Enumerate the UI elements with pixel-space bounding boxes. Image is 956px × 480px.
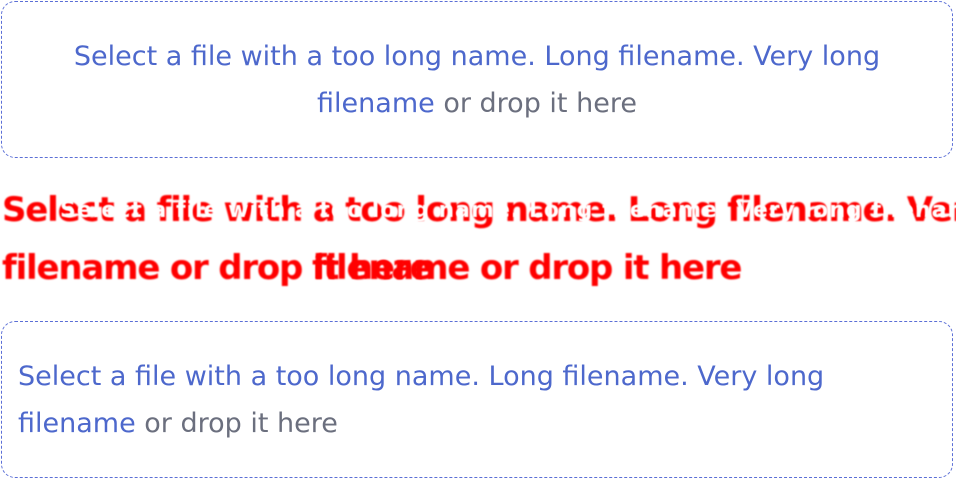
garbled-line-2b: filename or drop it here (312, 248, 742, 288)
file-dropzone-centered[interactable]: Select a file with a too long name. Long… (1, 1, 953, 158)
drop-hint-text: or drop it here (135, 408, 338, 439)
garbled-overlay-line-1: Select a file with a too long name. Long… (60, 198, 956, 223)
garbled-dropzone-text: Select a file with a too long name. Long… (0, 186, 956, 296)
drop-hint-text: or drop it here (434, 88, 637, 119)
file-dropzone-left-aligned[interactable]: Select a file with a too long name. Long… (1, 321, 953, 478)
